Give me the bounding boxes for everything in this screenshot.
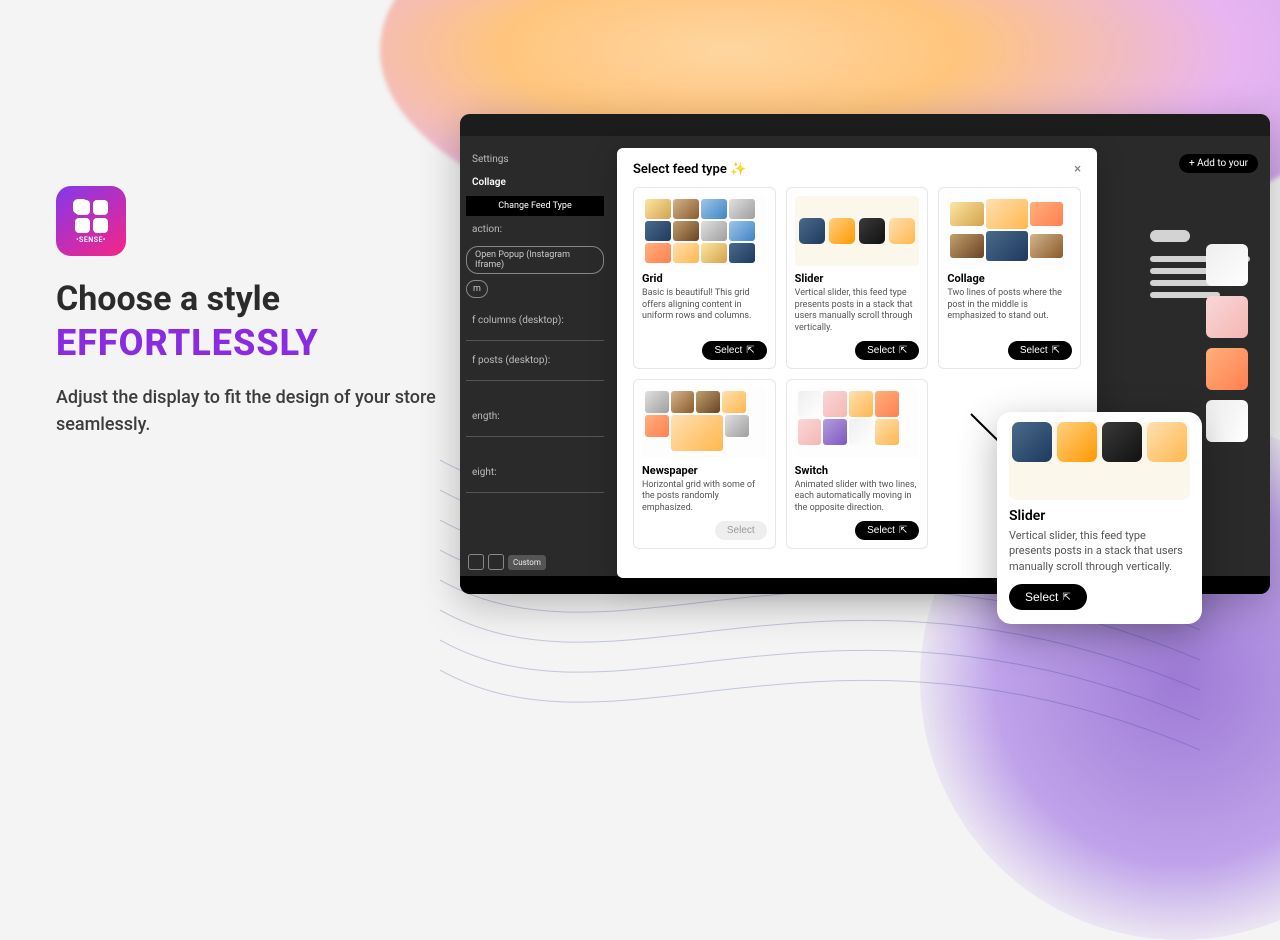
length-label: ength:	[466, 407, 604, 426]
title-line1: Choose a style	[56, 279, 280, 319]
app-icon: •SENSE•	[56, 186, 126, 256]
slider-card-callout: Slider Vertical slider, this feed type p…	[997, 412, 1202, 624]
m-pill[interactable]: m	[466, 280, 488, 298]
sidebar-collage[interactable]: Collage	[466, 173, 604, 192]
card-title: Grid	[642, 272, 767, 285]
page-title: Choose a style EFFORTLESSLY	[56, 280, 436, 364]
select-button[interactable]: Select⇱	[702, 341, 766, 360]
camera-icon	[73, 199, 88, 214]
apply-icon: ⇱	[1062, 592, 1070, 603]
close-icon[interactable]: ×	[1074, 162, 1081, 177]
product-thumb[interactable]	[1206, 244, 1248, 286]
feed-card-slider: Slider Vertical slider, this feed type p…	[786, 187, 929, 369]
select-button[interactable]: Select⇱	[855, 341, 919, 360]
page-subtitle: Adjust the display to fit the design of …	[56, 384, 436, 438]
color-swatches: Custom	[468, 554, 546, 570]
action-label: action:	[466, 220, 604, 239]
preview-slider	[795, 196, 920, 266]
feed-card-grid: Grid Basic is beautiful! This grid offer…	[633, 187, 776, 369]
apply-icon: ⇱	[1052, 345, 1060, 356]
feed-card-collage: Collage Two lines of posts where the pos…	[938, 187, 1081, 369]
swatch[interactable]	[468, 554, 484, 570]
card-desc: Vertical slider, this feed type presents…	[1009, 528, 1190, 574]
custom-swatch[interactable]: Custom	[508, 555, 546, 570]
feed-card-switch: Switch Animated slider with two lines, e…	[786, 379, 929, 549]
select-button[interactable]: Select⇱	[855, 521, 919, 540]
height-label: eight:	[466, 463, 604, 482]
select-button[interactable]: Select	[715, 521, 767, 540]
product-thumb[interactable]	[1206, 400, 1248, 442]
card-title: Slider	[1009, 508, 1190, 524]
card-title: Switch	[795, 464, 920, 477]
preview-grid	[642, 196, 767, 266]
preview-collage	[947, 196, 1072, 266]
title-line2: EFFORTLESSLY	[56, 323, 436, 364]
product-thumb[interactable]	[1206, 348, 1248, 390]
preview-slider-large	[1009, 422, 1190, 500]
change-feed-type-button[interactable]: Change Feed Type	[466, 196, 604, 216]
window-titlebar	[460, 114, 1270, 136]
cols-label: f columns (desktop):	[466, 311, 604, 330]
card-title: Newspaper	[642, 464, 767, 477]
card-desc: Animated slider with two lines, each aut…	[795, 480, 920, 515]
apply-icon: ⇱	[899, 345, 907, 356]
card-title: Collage	[947, 272, 1072, 285]
apply-icon: ⇱	[899, 525, 907, 536]
card-title: Slider	[795, 272, 920, 285]
select-button[interactable]: Select⇱	[1008, 341, 1072, 360]
posts-label: f posts (desktop):	[466, 351, 604, 370]
card-desc: Two lines of posts where the post in the…	[947, 288, 1072, 335]
sidebar-settings[interactable]: Settings	[466, 150, 604, 169]
apply-icon: ⇱	[746, 345, 754, 356]
add-to-your-button[interactable]: + Add to your	[1179, 154, 1258, 173]
preview-switch	[795, 388, 920, 458]
action-pill[interactable]: Open Popup (Instagram Iframe)	[466, 246, 604, 274]
editor-sidebar: Settings Collage Change Feed Type action…	[460, 136, 610, 513]
card-desc: Basic is beautiful! This grid offers ali…	[642, 288, 767, 335]
preview-newspaper	[642, 388, 767, 458]
card-desc: Vertical slider, this feed type presents…	[795, 288, 920, 335]
feed-card-newspaper: Newspaper Horizontal grid with some of t…	[633, 379, 776, 549]
select-button[interactable]: Select⇱	[1009, 584, 1087, 610]
app-sublabel: •SENSE•	[76, 236, 106, 244]
product-thumb[interactable]	[1206, 296, 1248, 338]
swatch[interactable]	[488, 554, 504, 570]
modal-title: Select feed type ✨	[633, 162, 746, 177]
card-desc: Horizontal grid with some of the posts r…	[642, 480, 767, 515]
